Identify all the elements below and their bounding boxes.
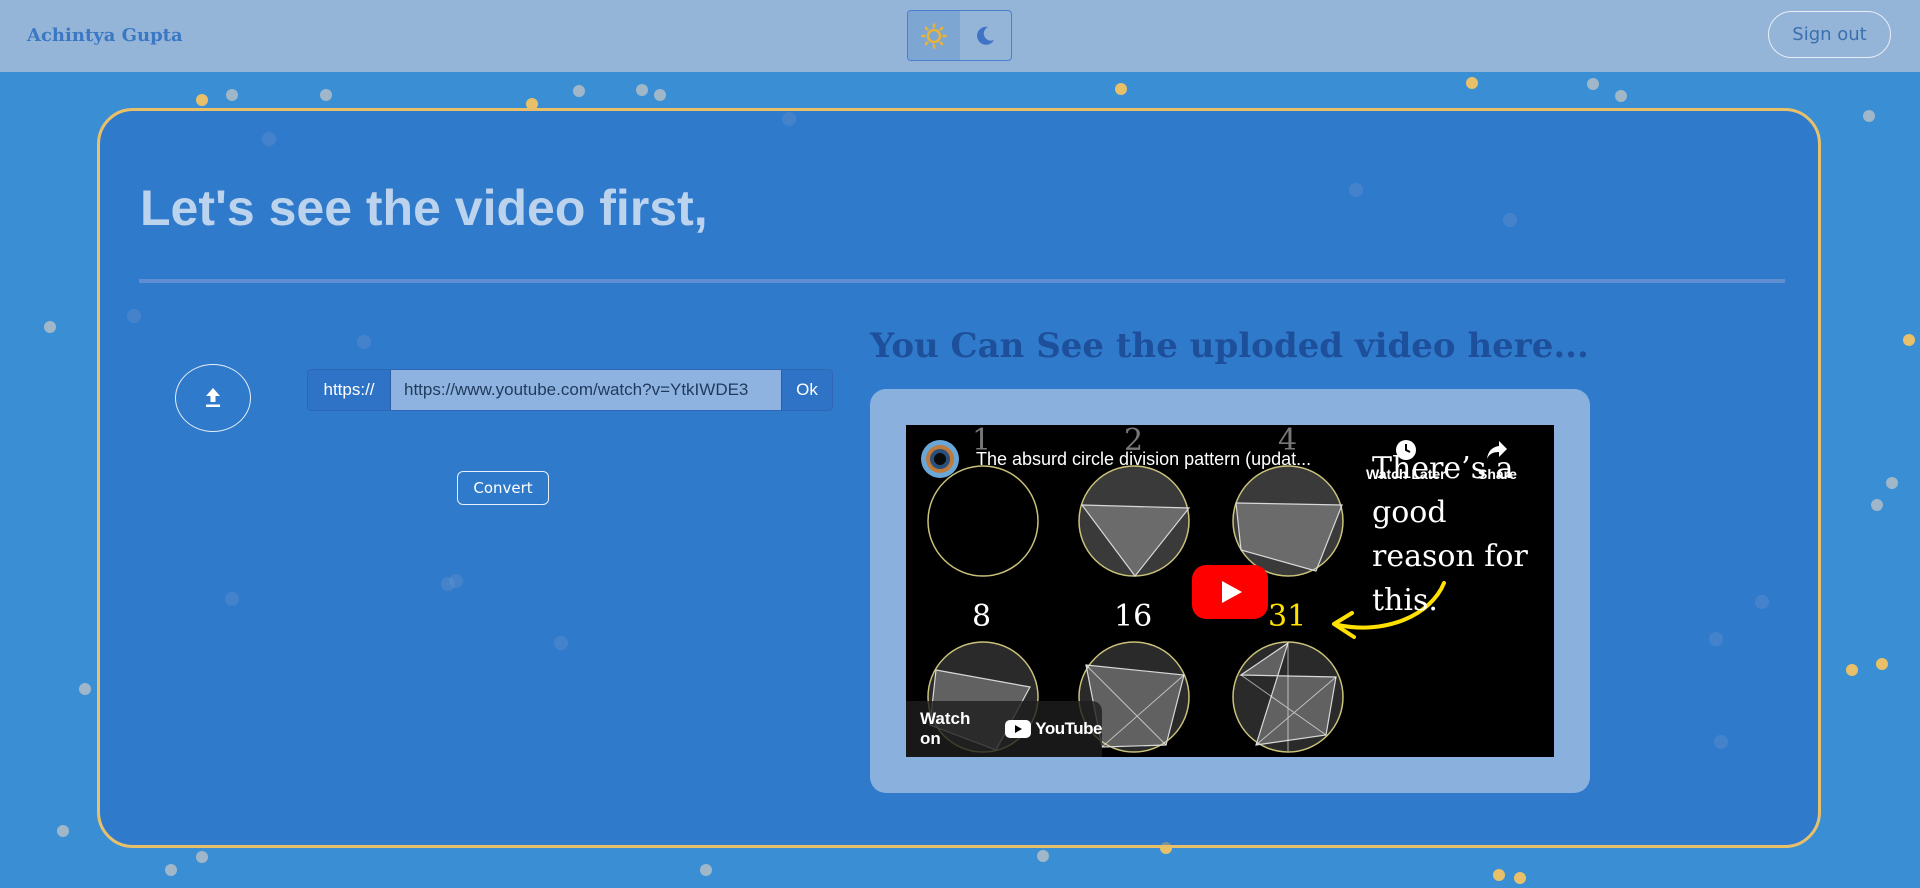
clock-icon	[1395, 440, 1416, 460]
video-title[interactable]: The absurd circle division pattern (upda…	[976, 449, 1356, 470]
share-button[interactable]: Share	[1478, 439, 1517, 482]
thumbnail-number: 16	[1114, 599, 1153, 634]
watch-later-label: Watch Later	[1366, 466, 1446, 482]
upload-button[interactable]	[175, 364, 251, 432]
ok-button[interactable]: Ok	[781, 370, 832, 410]
thumbnail-number: 8	[972, 599, 992, 634]
youtube-embed[interactable]: 1 2 4 8 16 31 There’s a good reason for …	[906, 425, 1554, 757]
youtube-logo: YouTube	[1005, 719, 1102, 739]
light-mode-button[interactable]	[908, 11, 960, 60]
youtube-logo-text: YouTube	[1035, 719, 1102, 738]
convert-button[interactable]: Convert	[457, 471, 549, 505]
moon-icon	[977, 26, 995, 45]
divider	[139, 279, 1785, 283]
share-label: Share	[1478, 466, 1517, 482]
thumbnail-number: 31	[1268, 599, 1307, 634]
watch-later-button[interactable]: Watch Later	[1366, 439, 1446, 482]
video-url-input[interactable]	[391, 370, 781, 410]
url-input-group: https:// Ok	[307, 369, 833, 411]
watch-on-label: Watch on	[920, 709, 971, 748]
top-navbar: Achintya Gupta Sign out	[0, 0, 1920, 72]
main-card: Let's see the video first, https:// Ok C…	[97, 108, 1821, 848]
channel-avatar[interactable]	[920, 439, 960, 479]
page-title: Let's see the video first,	[140, 180, 708, 236]
video-container: 1 2 4 8 16 31 There’s a good reason for …	[870, 389, 1590, 793]
brand-name[interactable]: Achintya Gupta	[27, 25, 183, 46]
sun-icon	[920, 22, 947, 49]
theme-toggle[interactable]	[907, 10, 1012, 61]
uploaded-video-heading: You Can See the uploded video here...	[870, 326, 1589, 366]
share-icon	[1487, 441, 1508, 459]
youtube-icon	[1005, 720, 1032, 738]
play-icon[interactable]	[1192, 565, 1268, 619]
url-prefix-label: https://	[308, 370, 391, 410]
watch-on-youtube-button[interactable]: Watch on YouTube	[906, 701, 1102, 757]
dark-mode-button[interactable]	[960, 11, 1012, 60]
upload-icon	[206, 388, 220, 407]
sign-out-button[interactable]: Sign out	[1768, 11, 1891, 58]
